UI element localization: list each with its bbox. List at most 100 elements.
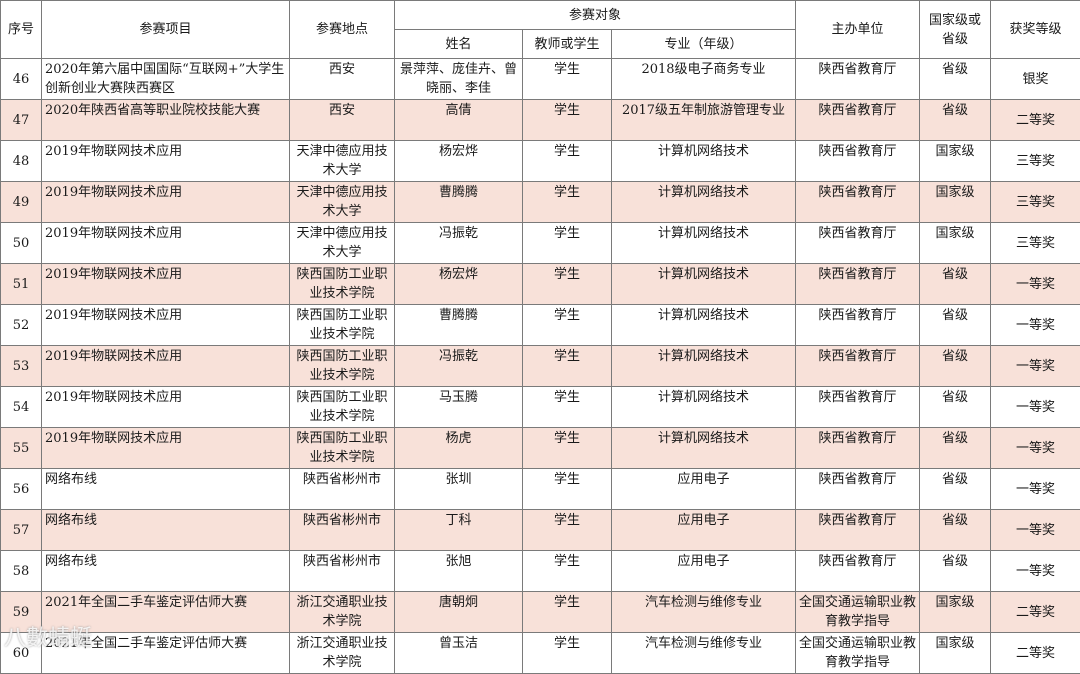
- cell-level: 国家级: [920, 592, 991, 633]
- header-award: 获奖等级: [991, 1, 1080, 59]
- cell-organizer: 陕西省教育厅: [796, 305, 920, 346]
- header-level: 国家级或省级: [920, 1, 991, 59]
- cell-award: 一等奖: [991, 387, 1080, 428]
- cell-seq: 52: [1, 305, 42, 346]
- cell-seq: 47: [1, 100, 42, 141]
- cell-organizer: 陕西省教育厅: [796, 551, 920, 592]
- cell-level: 国家级: [920, 633, 991, 674]
- cell-project: 2019年物联网技术应用: [42, 305, 290, 346]
- cell-major: 计算机网络技术: [612, 223, 796, 264]
- cell-organizer: 陕西省教育厅: [796, 100, 920, 141]
- cell-location: 天津中德应用技术大学: [290, 182, 395, 223]
- cell-seq: 50: [1, 223, 42, 264]
- watermark-logo: 八數蜻蜓: [4, 620, 92, 652]
- table-row: 502019年物联网技术应用天津中德应用技术大学冯振乾学生计算机网络技术陕西省教…: [1, 223, 1080, 264]
- cell-award: 一等奖: [991, 264, 1080, 305]
- cell-project: 2020年陕西省高等职业院校技能大赛: [42, 100, 290, 141]
- cell-level: 省级: [920, 387, 991, 428]
- table-row: 532019年物联网技术应用陕西国防工业职业技术学院冯振乾学生计算机网络技术陕西…: [1, 346, 1080, 387]
- cell-role: 学生: [523, 346, 612, 387]
- header-participants: 参赛对象: [395, 1, 796, 30]
- cell-organizer: 全国交通运输职业教育教学指导: [796, 592, 920, 633]
- cell-seq: 48: [1, 141, 42, 182]
- cell-location: 陕西国防工业职业技术学院: [290, 387, 395, 428]
- cell-major: 计算机网络技术: [612, 428, 796, 469]
- table-row: 602021年全国二手车鉴定评估师大赛浙江交通职业技术学院曾玉洁学生汽车检测与维…: [1, 633, 1080, 674]
- cell-major: 汽车检测与维修专业: [612, 592, 796, 633]
- table-row: 552019年物联网技术应用陕西国防工业职业技术学院杨虎学生计算机网络技术陕西省…: [1, 428, 1080, 469]
- header-seq: 序号: [1, 1, 42, 59]
- cell-award: 银奖: [991, 59, 1080, 100]
- cell-location: 陕西省彬州市: [290, 551, 395, 592]
- table-row: 462020年第六届中国国际“互联网+”大学生创新创业大赛陕西赛区西安景萍萍、庞…: [1, 59, 1080, 100]
- cell-name: 景萍萍、庞佳卉、曾晓丽、李佳: [395, 59, 523, 100]
- cell-award: 三等奖: [991, 223, 1080, 264]
- cell-seq: 57: [1, 510, 42, 551]
- cell-location: 西安: [290, 100, 395, 141]
- cell-level: 省级: [920, 59, 991, 100]
- table-row: 56网络布线陕西省彬州市张圳学生应用电子陕西省教育厅省级一等奖: [1, 469, 1080, 510]
- cell-location: 天津中德应用技术大学: [290, 223, 395, 264]
- header-major: 专业（年级）: [612, 30, 796, 59]
- cell-role: 学生: [523, 223, 612, 264]
- header-location: 参赛地点: [290, 1, 395, 59]
- cell-major: 计算机网络技术: [612, 141, 796, 182]
- cell-location: 陕西国防工业职业技术学院: [290, 305, 395, 346]
- cell-location: 陕西省彬州市: [290, 469, 395, 510]
- cell-project: 2019年物联网技术应用: [42, 182, 290, 223]
- cell-organizer: 全国交通运输职业教育教学指导: [796, 633, 920, 674]
- cell-level: 国家级: [920, 182, 991, 223]
- cell-major: 计算机网络技术: [612, 305, 796, 346]
- cell-major: 计算机网络技术: [612, 346, 796, 387]
- cell-organizer: 陕西省教育厅: [796, 264, 920, 305]
- cell-name: 杨宏烨: [395, 264, 523, 305]
- header-role: 教师或学生: [523, 30, 612, 59]
- cell-award: 三等奖: [991, 182, 1080, 223]
- cell-level: 省级: [920, 100, 991, 141]
- cell-role: 学生: [523, 510, 612, 551]
- cell-role: 学生: [523, 633, 612, 674]
- cell-name: 冯振乾: [395, 223, 523, 264]
- cell-level: 省级: [920, 264, 991, 305]
- cell-organizer: 陕西省教育厅: [796, 141, 920, 182]
- cell-award: 二等奖: [991, 100, 1080, 141]
- cell-organizer: 陕西省教育厅: [796, 59, 920, 100]
- cell-location: 陕西国防工业职业技术学院: [290, 264, 395, 305]
- cell-project: 2019年物联网技术应用: [42, 428, 290, 469]
- cell-role: 学生: [523, 469, 612, 510]
- cell-name: 张旭: [395, 551, 523, 592]
- cell-award: 一等奖: [991, 551, 1080, 592]
- cell-award: 一等奖: [991, 469, 1080, 510]
- cell-major: 应用电子: [612, 551, 796, 592]
- cell-organizer: 陕西省教育厅: [796, 510, 920, 551]
- cell-project: 网络布线: [42, 551, 290, 592]
- cell-location: 陕西省彬州市: [290, 510, 395, 551]
- cell-role: 学生: [523, 59, 612, 100]
- cell-project: 2019年物联网技术应用: [42, 223, 290, 264]
- cell-name: 唐朝炯: [395, 592, 523, 633]
- cell-award: 二等奖: [991, 633, 1080, 674]
- cell-award: 二等奖: [991, 592, 1080, 633]
- cell-role: 学生: [523, 428, 612, 469]
- cell-seq: 49: [1, 182, 42, 223]
- cell-seq: 54: [1, 387, 42, 428]
- cell-seq: 58: [1, 551, 42, 592]
- cell-role: 学生: [523, 141, 612, 182]
- cell-major: 汽车检测与维修专业: [612, 633, 796, 674]
- cell-organizer: 陕西省教育厅: [796, 428, 920, 469]
- cell-project: 2019年物联网技术应用: [42, 346, 290, 387]
- cell-name: 马玉腾: [395, 387, 523, 428]
- cell-location: 浙江交通职业技术学院: [290, 592, 395, 633]
- cell-level: 省级: [920, 551, 991, 592]
- cell-level: 国家级: [920, 223, 991, 264]
- cell-seq: 46: [1, 59, 42, 100]
- header-row-1: 序号 参赛项目 参赛地点 参赛对象 主办单位 国家级或省级 获奖等级: [1, 1, 1080, 30]
- cell-name: 曹腾腾: [395, 182, 523, 223]
- table-row: 57网络布线陕西省彬州市丁科学生应用电子陕西省教育厅省级一等奖: [1, 510, 1080, 551]
- cell-role: 学生: [523, 305, 612, 346]
- cell-major: 计算机网络技术: [612, 387, 796, 428]
- table-row: 592021年全国二手车鉴定评估师大赛浙江交通职业技术学院唐朝炯学生汽车检测与维…: [1, 592, 1080, 633]
- table-row: 492019年物联网技术应用天津中德应用技术大学曹腾腾学生计算机网络技术陕西省教…: [1, 182, 1080, 223]
- cell-name: 丁科: [395, 510, 523, 551]
- cell-award: 一等奖: [991, 510, 1080, 551]
